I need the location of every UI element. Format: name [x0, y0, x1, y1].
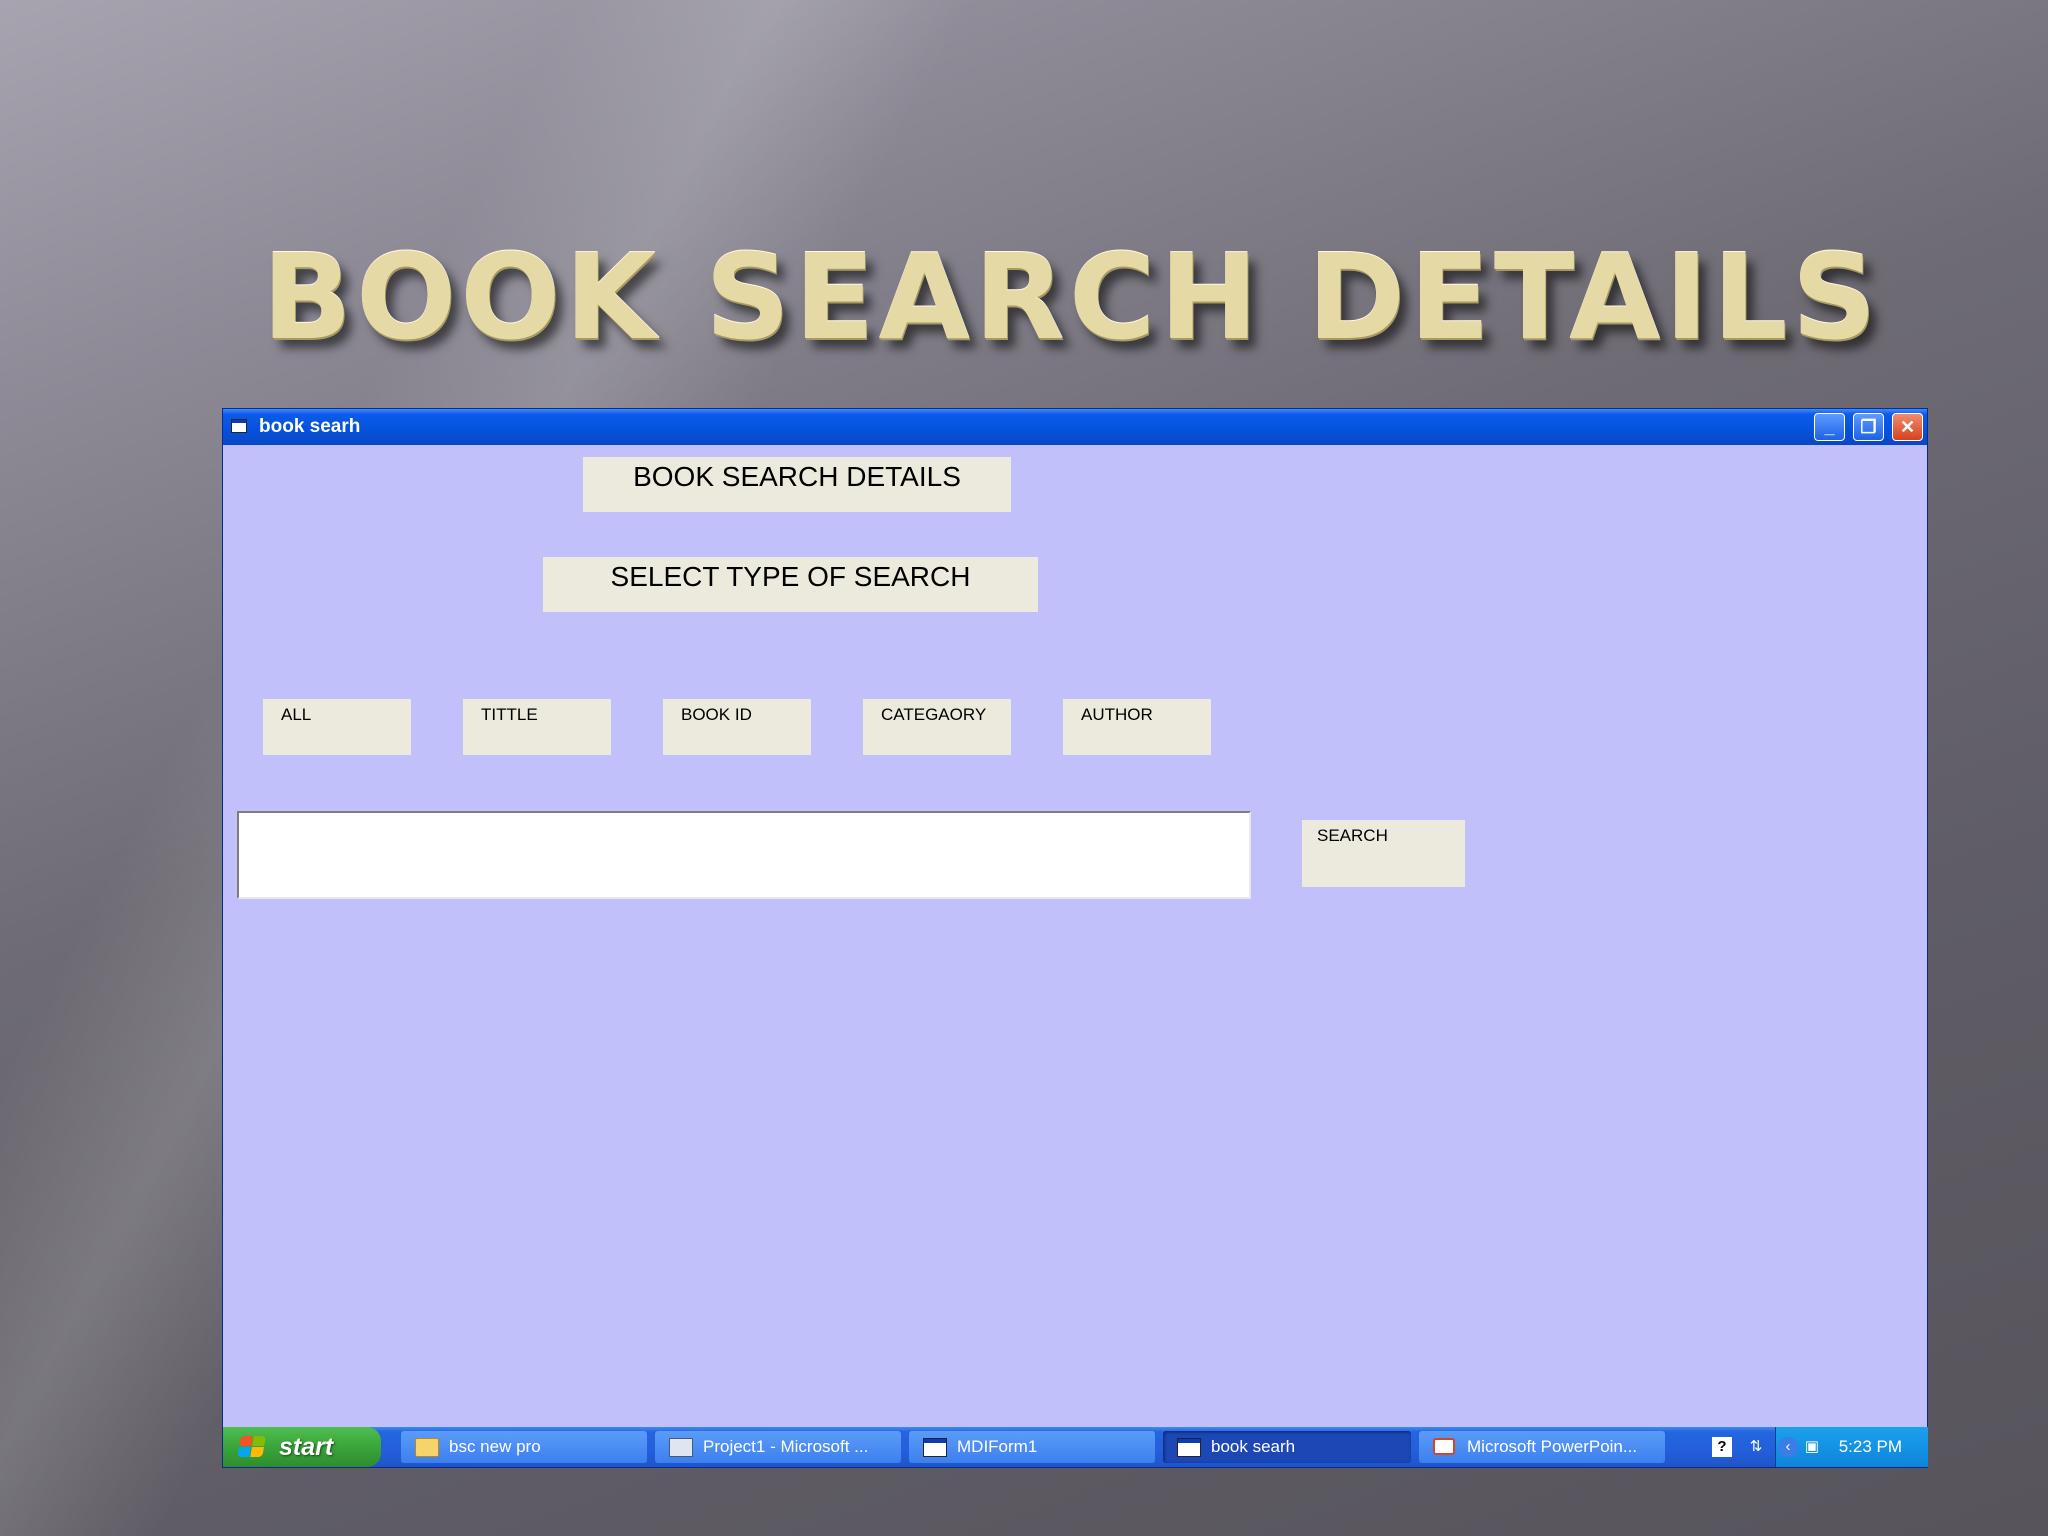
- network-icon[interactable]: ⇅: [1746, 1437, 1766, 1457]
- taskbar-item-project1[interactable]: Project1 - Microsoft ...: [655, 1431, 901, 1463]
- search-option-all[interactable]: ALL: [263, 699, 411, 755]
- window-app-icon[interactable]: [231, 419, 247, 433]
- start-label: start: [279, 1433, 334, 1461]
- search-button[interactable]: SEARCH: [1302, 820, 1465, 887]
- form-heading: BOOK SEARCH DETAILS: [583, 457, 1011, 512]
- restore-button[interactable]: ❐: [1853, 413, 1884, 441]
- close-button[interactable]: ✕: [1892, 413, 1923, 441]
- window-title: book searh: [259, 416, 361, 437]
- taskbar-item-powerpoint[interactable]: Microsoft PowerPoin...: [1419, 1431, 1665, 1463]
- taskbar-item-bsc-new-pro[interactable]: bsc new pro: [401, 1431, 647, 1463]
- slide-title: BOOK SEARCH DETAILS: [262, 228, 1881, 366]
- system-tray: ? ⇅ ‹ ▣ 5:23 PM: [1712, 1427, 1928, 1467]
- taskbar-item-label: MDIForm1: [957, 1437, 1038, 1456]
- form-window-icon: [923, 1438, 947, 1457]
- search-type-heading: SELECT TYPE OF SEARCH: [543, 557, 1038, 612]
- search-option-book-id[interactable]: BOOK ID: [663, 699, 811, 755]
- start-button[interactable]: start: [223, 1427, 381, 1467]
- search-option-title[interactable]: TITTLE: [463, 699, 611, 755]
- book-search-window: book searh _ ❐ ✕ BOOK SEARCH DETAILS SEL…: [222, 408, 1928, 1468]
- taskbar-item-book-search[interactable]: book searh: [1163, 1431, 1411, 1463]
- taskbar-clock: 5:23 PM: [1838, 1437, 1902, 1456]
- vb-project-icon: [669, 1438, 693, 1457]
- windows-flag-icon: [237, 1436, 267, 1458]
- search-option-author[interactable]: AUTHOR: [1063, 699, 1211, 755]
- arrow-left-icon[interactable]: ‹: [1778, 1437, 1798, 1457]
- window-titlebar[interactable]: book searh _ ❐ ✕: [223, 409, 1927, 445]
- search-input[interactable]: [237, 811, 1251, 899]
- taskbar-item-label: bsc new pro: [449, 1437, 541, 1456]
- powerpoint-icon: [1433, 1438, 1455, 1455]
- search-option-category[interactable]: CATEGAORY: [863, 699, 1011, 755]
- monitor-icon[interactable]: ▣: [1802, 1437, 1822, 1457]
- folder-icon: [415, 1438, 439, 1457]
- form-window-icon: [1177, 1438, 1201, 1457]
- taskbar-item-label: Project1 - Microsoft ...: [703, 1437, 869, 1456]
- help-icon[interactable]: ?: [1712, 1437, 1732, 1457]
- taskbar-item-label: Microsoft PowerPoin...: [1467, 1437, 1638, 1456]
- taskbar-item-label: book searh: [1211, 1437, 1296, 1456]
- taskbar: start bsc new pro Project1 - Microsoft .…: [223, 1427, 1928, 1467]
- minimize-button[interactable]: _: [1814, 413, 1845, 441]
- taskbar-item-mdiform1[interactable]: MDIForm1: [909, 1431, 1155, 1463]
